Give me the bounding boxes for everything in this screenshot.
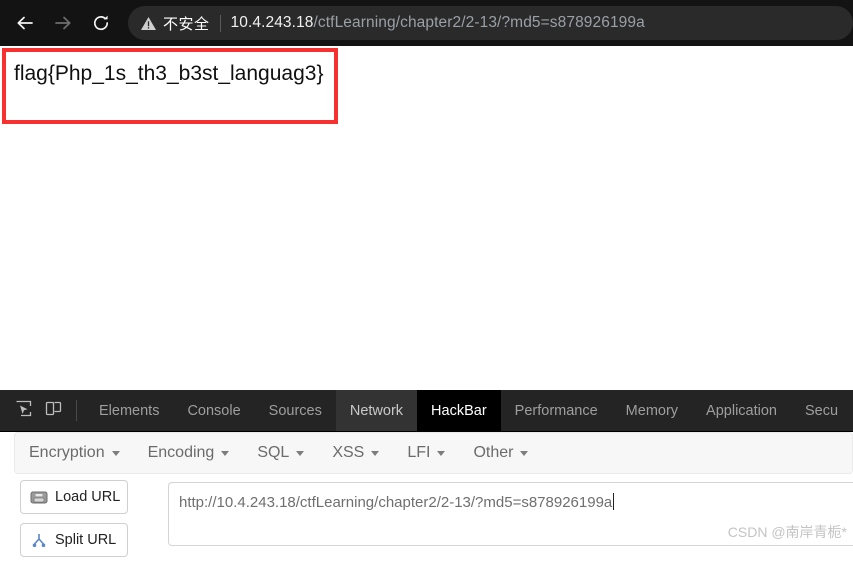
flag-annotation-box: flag{Php_1s_th3_b3st_languag3} [2, 48, 338, 124]
reload-button[interactable] [84, 6, 118, 40]
chevron-down-icon [371, 450, 380, 456]
tab-memory[interactable]: Memory [612, 390, 692, 431]
tab-network[interactable]: Network [335, 390, 418, 431]
hackbar-panel: Encryption Encoding SQL XSS LFI Other Lo… [0, 432, 853, 557]
hackbar-menubar: Encryption Encoding SQL XSS LFI Other [14, 432, 853, 474]
menu-encoding[interactable]: Encoding [134, 444, 244, 462]
tab-elements[interactable]: Elements [85, 390, 173, 431]
load-url-icon [29, 488, 49, 506]
split-url-button[interactable]: Split URL [20, 523, 128, 557]
back-arrow-icon [15, 13, 35, 33]
omnibox-separator [219, 14, 221, 32]
url-host: 10.4.243.18 [230, 14, 314, 31]
menu-encryption[interactable]: Encryption [15, 444, 134, 462]
menu-sql[interactable]: SQL [243, 444, 318, 462]
tab-hackbar[interactable]: HackBar [417, 390, 501, 431]
load-url-button[interactable]: Load URL [20, 480, 128, 514]
page-viewport: flag{Php_1s_th3_b3st_languag3} [0, 46, 853, 390]
devtools-panel: Elements Console Sources Network HackBar… [0, 390, 853, 557]
hackbar-url-input[interactable]: http://10.4.243.18/ctfLearning/chapter2/… [168, 482, 853, 546]
inspect-element-icon [15, 400, 32, 422]
chevron-down-icon [111, 450, 120, 456]
chevron-down-icon [296, 450, 305, 456]
split-url-icon [29, 531, 49, 549]
tab-application[interactable]: Application [692, 390, 791, 431]
hackbar-body: Load URL Split URL http://10.4.243.18/ct… [0, 480, 853, 557]
menu-encryption-label: Encryption [29, 444, 105, 461]
menu-xss[interactable]: XSS [318, 444, 393, 462]
menu-xss-label: XSS [332, 444, 365, 461]
forward-button[interactable] [46, 6, 80, 40]
chevron-down-icon [221, 450, 230, 456]
tab-sources[interactable]: Sources [255, 390, 336, 431]
url-text: 10.4.243.18/ctfLearning/chapter2/2-13/?m… [231, 14, 645, 32]
chevron-down-icon [437, 450, 446, 456]
menu-other[interactable]: Other [459, 444, 542, 462]
back-button[interactable] [8, 6, 42, 40]
menu-sql-label: SQL [257, 444, 290, 461]
toolbar-divider [76, 400, 77, 421]
text-cursor [613, 493, 615, 510]
hackbar-url-value: http://10.4.243.18/ctfLearning/chapter2/… [179, 494, 613, 511]
browser-toolbar: 不安全 10.4.243.18/ctfLearning/chapter2/2-1… [0, 0, 853, 46]
security-status-label: 不安全 [163, 15, 210, 33]
warning-triangle-icon [140, 15, 157, 32]
tab-security[interactable]: Secu [791, 390, 852, 431]
menu-lfi[interactable]: LFI [393, 444, 459, 462]
tab-console[interactable]: Console [173, 390, 254, 431]
hackbar-button-column: Load URL Split URL [20, 480, 140, 566]
chevron-down-icon [520, 450, 529, 456]
inspect-element-button[interactable] [8, 390, 38, 431]
load-url-label: Load URL [55, 489, 121, 505]
devtools-tabbar: Elements Console Sources Network HackBar… [0, 390, 853, 432]
tab-performance[interactable]: Performance [501, 390, 612, 431]
forward-arrow-icon [53, 13, 73, 33]
flag-text: flag{Php_1s_th3_b3st_languag3} [14, 62, 324, 85]
url-path: /ctfLearning/chapter2/2-13/?md5=s8789261… [313, 14, 645, 31]
menu-lfi-label: LFI [407, 444, 431, 461]
device-toolbar-button[interactable] [38, 390, 68, 431]
menu-encoding-label: Encoding [147, 444, 215, 461]
reload-icon [91, 13, 111, 33]
address-bar[interactable]: 不安全 10.4.243.18/ctfLearning/chapter2/2-1… [128, 6, 853, 40]
menu-other-label: Other [473, 444, 514, 461]
device-toolbar-icon [45, 400, 62, 422]
